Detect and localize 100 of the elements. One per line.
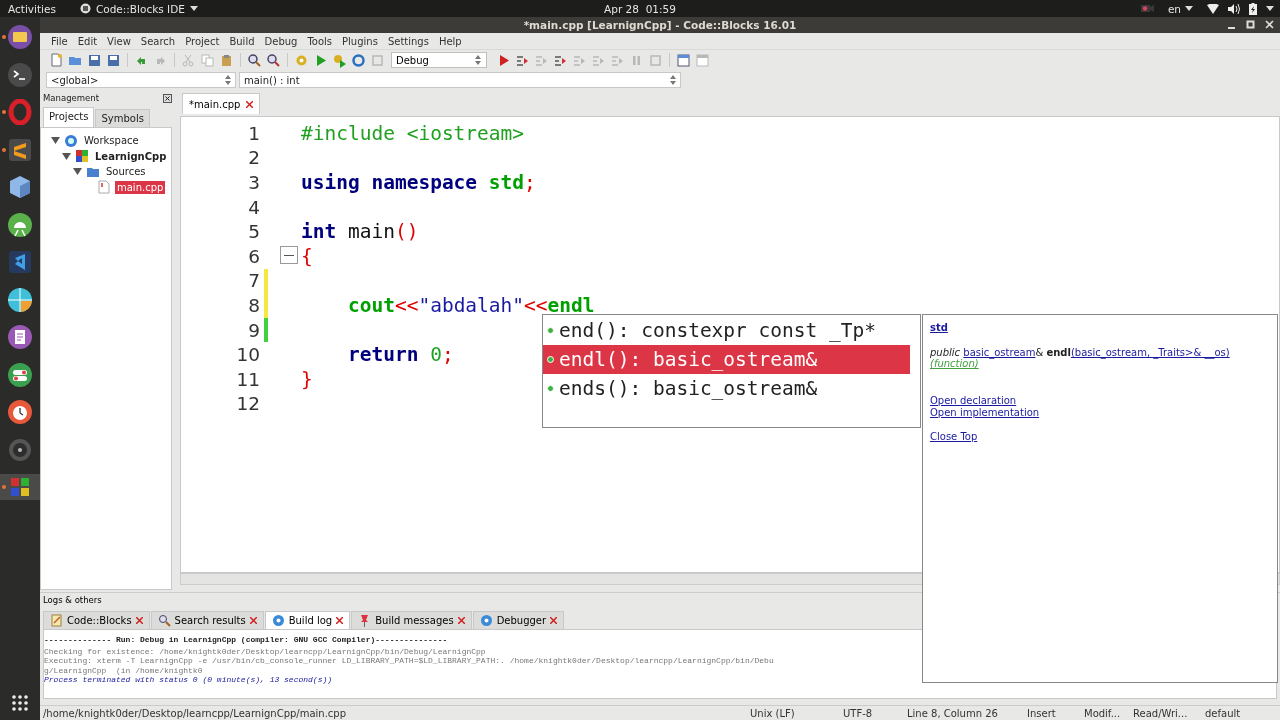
- log-line: -------------- Run: Debug in LearnignCpp (compiler: GNU GCC Compiler)---------------: [44, 635, 449, 645]
- line-number: 4: [247, 196, 260, 218]
- spinner-icon: [475, 55, 481, 65]
- code-line: int main(): [301, 220, 419, 244]
- build-target-select[interactable]: Debug: [391, 52, 487, 68]
- function-select[interactable]: main() : int: [239, 72, 681, 88]
- gear-play-icon[interactable]: [332, 52, 347, 68]
- switch-icon[interactable]: [7, 361, 33, 388]
- log-line: Executing: xterm -T LearnignCpp -e /usr/bin/cb_console_runner LD_LIBRARY_PATH=$LD_LIBRARY_PATH:. /home/knightk0der/Desktop/learncpp/LearnignCpp/bin/Debug/LearnignCpp (in /home/knightk0: [44, 656, 775, 675]
- maximize-icon[interactable]: [1246, 20, 1255, 29]
- line-number: 11: [235, 368, 260, 390]
- folder-icon[interactable]: [7, 24, 33, 50]
- kind-link[interactable]: (function): [930, 358, 979, 369]
- log-line: Process terminated with status 0 (0 minute(s), 13 second(s)): [44, 675, 334, 685]
- expander-icon[interactable]: [62, 151, 71, 161]
- search-icon: [157, 614, 171, 627]
- signature-text: public basic_ostream& endl(basic_ostream, _Traits>& __os): [930, 347, 1231, 358]
- line-number: 9: [247, 319, 260, 341]
- code-editor-icon[interactable]: [7, 249, 33, 275]
- line-number: 3: [247, 172, 260, 193]
- menu-item[interactable]: Help: [433, 35, 467, 47]
- document-icon[interactable]: [7, 324, 33, 350]
- expander-icon[interactable]: [73, 167, 82, 177]
- blocks-icon: [75, 149, 89, 164]
- log-tab[interactable]: Build log: [264, 611, 351, 629]
- panel-title: Management: [43, 93, 99, 103]
- doc-link[interactable]: Open declaration: [930, 395, 1017, 407]
- menu-item[interactable]: Debug: [259, 35, 303, 47]
- window-title: *main.cpp [LearnignCpp] - Code::Blocks 16.01: [523, 19, 797, 31]
- line-number: 12: [235, 393, 260, 415]
- function-icon: [547, 356, 554, 363]
- namespace-link[interactable]: std: [930, 322, 948, 333]
- menu-item[interactable]: Search: [135, 35, 181, 47]
- search-icon[interactable]: [247, 52, 262, 68]
- code-line: }: [301, 367, 313, 391]
- function-icon: [547, 327, 554, 334]
- clipboard-icon[interactable]: [219, 52, 234, 68]
- robot-icon[interactable]: [7, 211, 33, 238]
- spinner-icon: [670, 75, 676, 85]
- menu-item[interactable]: Tools: [302, 35, 338, 47]
- wifi-icon[interactable]: [1207, 3, 1219, 14]
- panel-tab[interactable]: Projects: [43, 107, 95, 127]
- clock-icon[interactable]: [7, 399, 33, 425]
- spinner-icon: [225, 75, 231, 85]
- close-top-link[interactable]: Close Top: [930, 431, 978, 443]
- scope-select[interactable]: <global>: [46, 72, 236, 88]
- calculator-icon[interactable]: [7, 286, 33, 313]
- clock-text[interactable]: Apr 28 01:59: [604, 2, 676, 15]
- menu-item[interactable]: View: [102, 35, 136, 47]
- type-link[interactable]: basic_ostream: [963, 347, 1036, 358]
- status-text: /home/knightk0der/Desktop/learncpp/LearnignCpp/main.cpp: [43, 707, 347, 719]
- log-line: Checking for existence: /home/knightk0der/Desktop/learncpp/LearnignCpp/bin/Debug/LearnignCpp: [44, 646, 487, 656]
- completion-item[interactable]: end(): constexpr const _Tp*: [543, 316, 910, 345]
- tile-icon[interactable]: [7, 136, 33, 163]
- editor-tab[interactable]: *main.cpp: [182, 93, 261, 114]
- replace-icon[interactable]: [266, 52, 281, 68]
- line-number: 1: [247, 122, 260, 144]
- fold-icon[interactable]: [280, 245, 298, 264]
- tree-item[interactable]: LearnignCpp: [93, 149, 169, 163]
- menu-item[interactable]: Build: [224, 35, 260, 47]
- menu-item[interactable]: Settings: [382, 35, 434, 47]
- line-number: 8: [247, 294, 260, 316]
- battery-icon[interactable]: [1249, 2, 1257, 15]
- log-tab[interactable]: Debugger: [472, 611, 565, 629]
- globe-icon: [64, 133, 78, 148]
- completion-item[interactable]: endl(): basic_ostream&: [543, 345, 910, 374]
- log-tab[interactable]: Code::Blocks: [43, 611, 150, 629]
- menu-item[interactable]: File: [46, 35, 73, 47]
- apps-grid-icon[interactable]: [11, 694, 29, 712]
- status-text: default: [1205, 707, 1241, 719]
- caret-icon: [1185, 6, 1193, 11]
- ring-icon[interactable]: [7, 99, 33, 125]
- terminal-icon[interactable]: [7, 61, 33, 88]
- status-text: Line 8, Column 26: [907, 707, 998, 719]
- disc-icon[interactable]: [7, 436, 33, 463]
- recording-icon[interactable]: [1140, 4, 1154, 13]
- log-tab[interactable]: Build messages: [351, 611, 472, 629]
- tree-item[interactable]: main.cpp: [115, 180, 166, 194]
- menu-item[interactable]: Plugins: [337, 35, 383, 47]
- menu-item[interactable]: Edit: [72, 35, 103, 47]
- caret-icon: [1266, 6, 1274, 11]
- panel-tab[interactable]: Symbols: [95, 109, 150, 127]
- window-icon[interactable]: [676, 52, 691, 68]
- log-tab[interactable]: Search results: [150, 611, 264, 629]
- tree-item[interactable]: Workspace: [82, 134, 141, 148]
- expander-icon[interactable]: [51, 136, 60, 146]
- language-indicator[interactable]: en: [1167, 2, 1181, 15]
- activities-button[interactable]: Activities: [8, 2, 56, 15]
- line-number: 2: [247, 147, 260, 169]
- completion-item[interactable]: ends(): basic_ostream&: [543, 374, 910, 403]
- function-icon: [547, 385, 554, 392]
- volume-icon[interactable]: [1228, 3, 1240, 14]
- tree-item[interactable]: Sources: [104, 165, 148, 179]
- app-menu-button[interactable]: Code::Blocks IDE: [95, 2, 185, 15]
- doc-link[interactable]: Open implementation: [930, 407, 1040, 419]
- close-icon[interactable]: [163, 93, 172, 103]
- menu-item[interactable]: Project: [180, 35, 225, 47]
- cube-icon[interactable]: [7, 174, 33, 200]
- page-icon[interactable]: [49, 52, 64, 68]
- arguments-link[interactable]: (basic_ostream, _Traits>& __os): [1070, 347, 1230, 358]
